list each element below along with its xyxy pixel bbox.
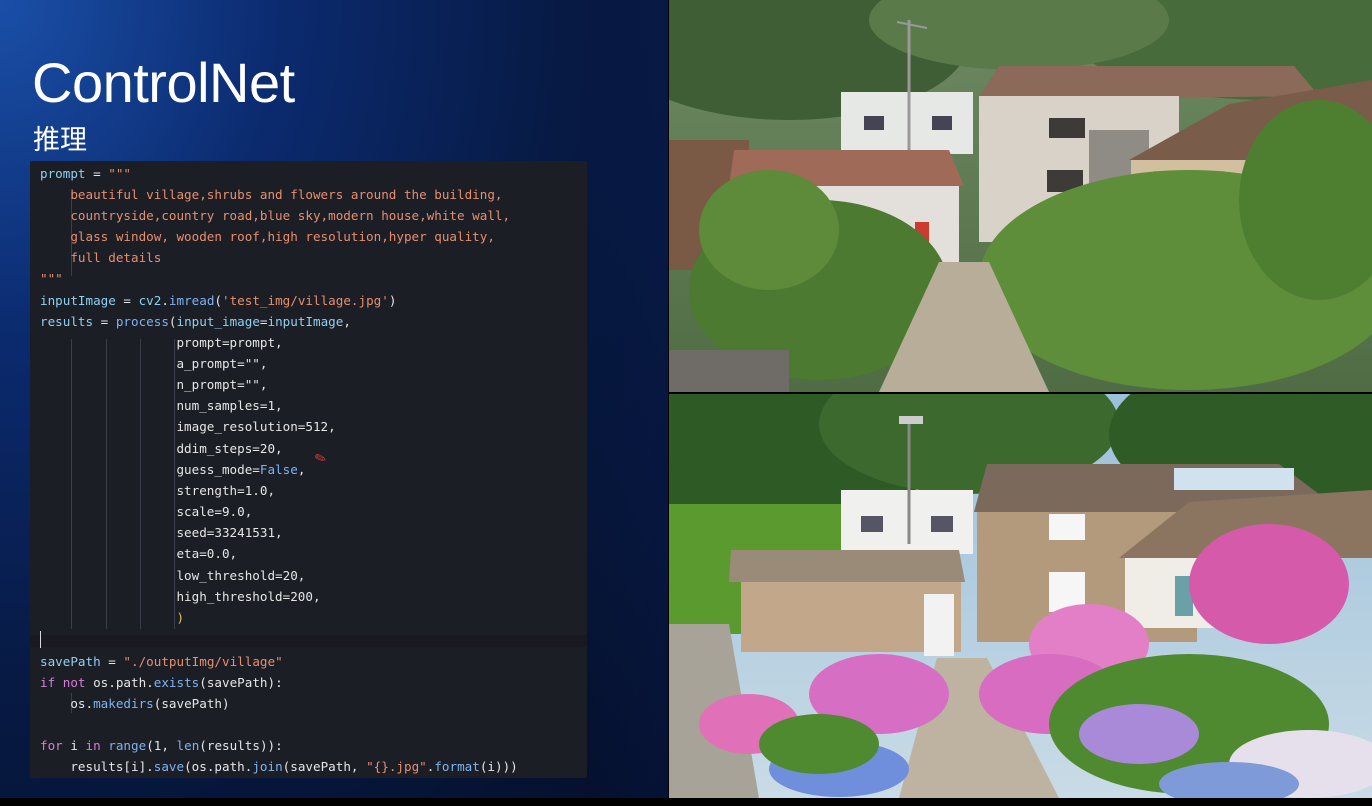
- code-line: full details: [40, 250, 162, 265]
- code-line: scale=9.0,: [40, 504, 253, 519]
- code-token: =: [93, 314, 116, 329]
- input-village-photo: [669, 0, 1372, 392]
- code-token: inputImage: [40, 293, 116, 308]
- code-token: "./outputImg/village": [123, 654, 283, 669]
- code-token: os.path.: [85, 675, 154, 690]
- code-line: glass window, wooden roof,high resolutio…: [40, 229, 495, 244]
- generated-village-photo: [669, 394, 1372, 798]
- code-token: if not: [40, 675, 86, 690]
- code-token: =: [259, 314, 268, 329]
- code-token: input_image: [176, 314, 260, 329]
- code-line: eta=0.0,: [40, 546, 238, 561]
- code-token: os.: [40, 696, 94, 711]
- code-token: results[i].: [40, 759, 154, 774]
- code-token: format: [434, 759, 480, 774]
- code-token: "{}.jpg": [366, 759, 427, 774]
- input-village-photo-graphic: [669, 0, 1372, 392]
- code-line: results = process(input_image=inputImage…: [40, 311, 351, 332]
- code-token: (i))): [479, 759, 518, 774]
- code-line: for i in range(1, len(results)):: [40, 735, 283, 756]
- code-line: results[i].save(os.path.join(savePath, "…: [40, 756, 518, 777]
- code-token: results: [40, 314, 94, 329]
- code-line: prompt=prompt,: [40, 335, 283, 350]
- pen-cursor-icon: ✎: [312, 449, 330, 469]
- code-token: =: [100, 654, 124, 669]
- code-line: """: [40, 271, 63, 286]
- code-token: cv2: [138, 293, 162, 308]
- text-cursor: [40, 631, 41, 648]
- code-token: makedirs: [93, 696, 154, 711]
- code-token: imread: [168, 293, 215, 308]
- code-line: ddim_steps=20,: [40, 441, 283, 456]
- bottom-bar: [0, 798, 1372, 806]
- code-token: exists: [153, 675, 200, 690]
- code-token: (savePath):: [199, 675, 283, 690]
- code-token: range: [108, 738, 147, 753]
- code-token: i: [62, 738, 86, 753]
- code-line: if not os.path.exists(savePath):: [40, 672, 283, 693]
- code-line: beautiful village,shrubs and flowers aro…: [40, 187, 503, 202]
- code-token: ,: [343, 314, 351, 329]
- code-line: savePath = "./outputImg/village": [40, 651, 283, 672]
- code-token: join: [252, 759, 283, 774]
- code-line: inputImage = cv2.imread('test_img/villag…: [40, 290, 396, 311]
- code-token: process: [115, 314, 169, 329]
- code-line: ): [40, 610, 185, 625]
- code-token: len: [176, 738, 200, 753]
- code-line: guess_mode=False,: [40, 459, 305, 480]
- code-token: ): [388, 293, 397, 308]
- code-line: high_threshold=200,: [40, 589, 321, 604]
- code-line: n_prompt="",: [40, 377, 268, 392]
- code-token: (: [168, 314, 177, 329]
- code-token: (os.path.: [184, 759, 253, 774]
- code-token: savePath: [40, 654, 101, 669]
- code-line: os.makedirs(savePath): [40, 693, 230, 714]
- code-token: """: [108, 166, 131, 181]
- code-line: a_prompt="",: [40, 356, 268, 371]
- code-line: strength=1.0,: [40, 483, 276, 498]
- code-separator: [30, 635, 587, 647]
- code-line: prompt = """: [40, 163, 131, 184]
- slide-title: ControlNet: [32, 51, 295, 114]
- code-token: False: [259, 462, 298, 477]
- code-token: for: [40, 738, 63, 753]
- code-token: (: [214, 293, 223, 308]
- generated-village-photo-graphic: [669, 394, 1372, 798]
- code-editor[interactable]: prompt = """ beautiful village,shrubs an…: [30, 161, 587, 778]
- code-token: guess_mode=: [40, 462, 260, 477]
- code-token: (1,: [146, 738, 177, 753]
- slide-subtitle: 推理: [33, 125, 87, 156]
- code-token: in: [85, 738, 101, 753]
- code-token: inputImage: [267, 314, 344, 329]
- code-token: =: [115, 293, 139, 308]
- code-token: .: [161, 293, 169, 308]
- code-line: image_resolution=512,: [40, 419, 336, 434]
- code-line: countryside,country road,blue sky,modern…: [40, 208, 511, 223]
- code-line: low_threshold=20,: [40, 568, 306, 583]
- code-token: =: [85, 166, 109, 181]
- code-line: num_samples=1,: [40, 398, 283, 413]
- code-token: prompt: [40, 166, 86, 181]
- code-token: 'test_img/village.jpg': [222, 293, 389, 308]
- code-token: save: [153, 759, 185, 774]
- code-line: seed=33241531,: [40, 525, 283, 540]
- code-token: ,: [297, 462, 306, 477]
- code-token: (savePath,: [282, 759, 367, 774]
- code-token: (savePath): [153, 696, 230, 711]
- code-token: (results)):: [199, 738, 283, 753]
